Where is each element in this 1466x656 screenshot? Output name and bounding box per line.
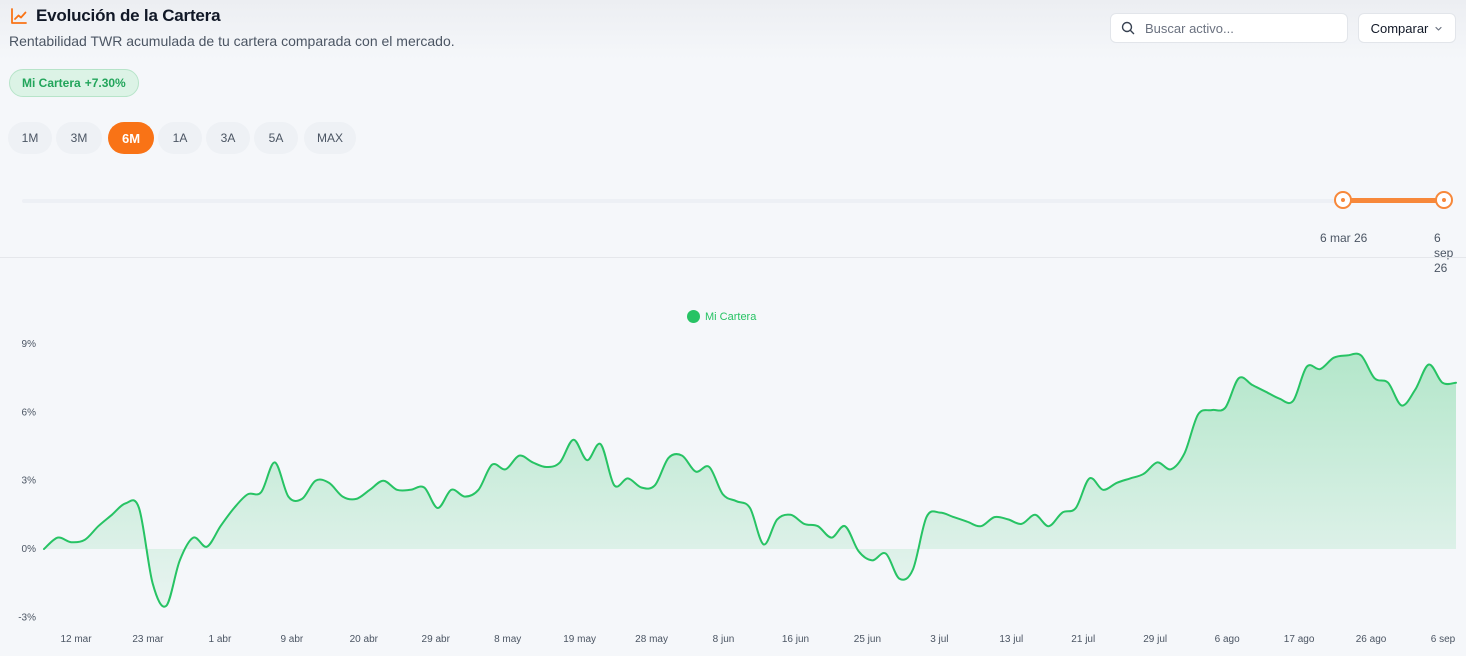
- x-tick-label: 17 ago: [1284, 634, 1315, 645]
- range-end-label-day: 6: [1434, 231, 1441, 245]
- compare-button[interactable]: Comparar: [1358, 13, 1456, 43]
- x-tick-label: 13 jul: [999, 634, 1023, 645]
- chevron-down-icon: [1435, 26, 1442, 31]
- range-button-5a[interactable]: 5A: [254, 122, 298, 154]
- page-header: Evolución de la Cartera Rentabilidad TWR…: [9, 6, 455, 49]
- x-tick-label: 28 may: [635, 634, 668, 645]
- x-tick-label: 9 abr: [280, 634, 303, 645]
- range-button-3a[interactable]: 3A: [206, 122, 250, 154]
- x-tick-label: 19 may: [563, 634, 596, 645]
- y-tick-label: 0%: [22, 544, 37, 555]
- x-tick-label: 29 jul: [1143, 634, 1167, 645]
- search-input[interactable]: [1143, 19, 1337, 37]
- range-button-6m[interactable]: 6M: [108, 122, 154, 154]
- page-subtitle: Rentabilidad TWR acumulada de tu cartera…: [9, 33, 455, 49]
- range-button-max[interactable]: MAX: [304, 122, 356, 154]
- page-title: Evolución de la Cartera: [36, 6, 221, 25]
- x-tick-label: 26 ago: [1356, 634, 1387, 645]
- compare-button-label: Comparar: [1370, 20, 1429, 36]
- range-slider-track[interactable]: [22, 199, 1444, 203]
- x-tick-label: 25 jun: [854, 634, 881, 645]
- chart-line-icon: [11, 8, 27, 24]
- series-area-mi-cartera: [44, 353, 1456, 607]
- performance-chart[interactable]: 9% 6% 3% 0% -3% 12 mar 23 mar 1 abr 9 abr 20 abr…: [0, 260, 1466, 656]
- x-tick-label: 16 jun: [782, 634, 809, 645]
- x-tick-label: 12 mar: [60, 634, 92, 645]
- y-tick-label: -3%: [18, 612, 36, 623]
- x-tick-label: 6 ago: [1215, 634, 1240, 645]
- range-slider-end-handle[interactable]: [1435, 191, 1453, 209]
- range-end-label-month: sep: [1434, 246, 1454, 260]
- section-divider: [0, 257, 1466, 258]
- x-tick-label: 8 jun: [713, 634, 735, 645]
- portfolio-return-badge[interactable]: Mi Cartera +7.30%: [9, 69, 139, 97]
- search-icon: [1121, 21, 1135, 35]
- range-button-1a[interactable]: 1A: [158, 122, 202, 154]
- range-slider-selection[interactable]: [1343, 198, 1444, 203]
- range-button-3m[interactable]: 3M: [56, 122, 102, 154]
- range-button-1m[interactable]: 1M: [8, 122, 52, 154]
- x-tick-label: 29 abr: [422, 634, 451, 645]
- x-tick-label: 6 sep: [1431, 634, 1456, 645]
- x-tick-label: 23 mar: [132, 634, 164, 645]
- x-tick-label: 21 jul: [1071, 634, 1095, 645]
- range-slider-start-handle[interactable]: [1334, 191, 1352, 209]
- x-tick-label: 20 abr: [350, 634, 379, 645]
- x-tick-label: 3 jul: [930, 634, 948, 645]
- range-start-label: 6 mar 26: [1320, 231, 1368, 245]
- x-tick-label: 1 abr: [208, 634, 231, 645]
- x-tick-label: 8 may: [494, 634, 521, 645]
- y-tick-label: 6%: [22, 407, 37, 418]
- badge-name: Mi Cartera: [22, 76, 81, 90]
- badge-value: +7.30%: [84, 76, 126, 90]
- y-tick-label: 9%: [22, 339, 37, 350]
- search-box[interactable]: [1110, 13, 1348, 43]
- y-tick-label: 3%: [22, 476, 37, 487]
